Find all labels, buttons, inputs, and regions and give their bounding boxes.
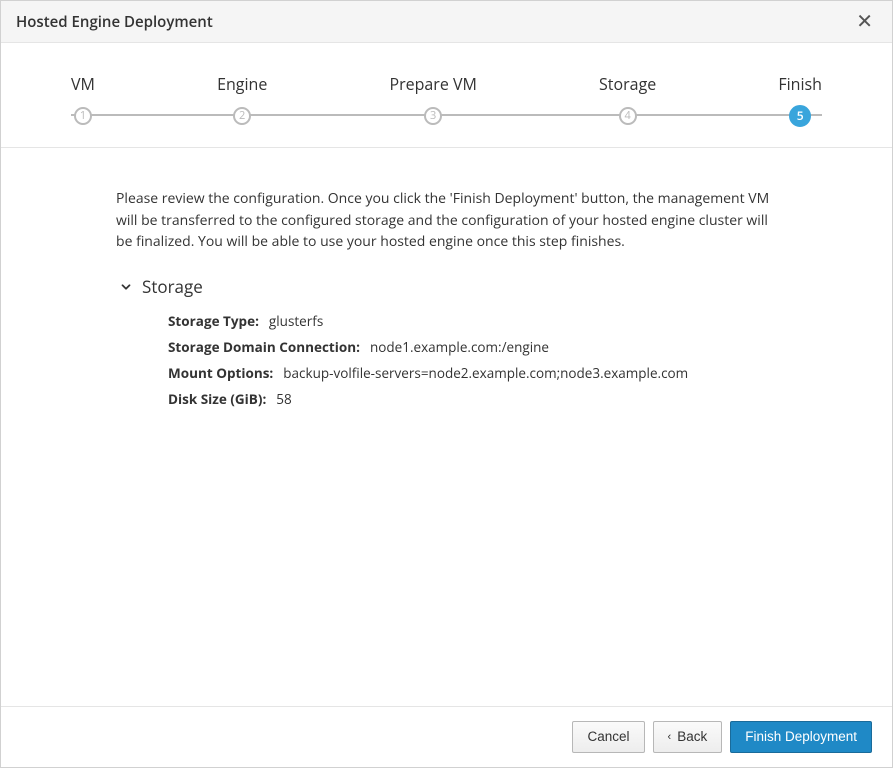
wizard-step-finish[interactable]: Finish 5: [778, 73, 822, 127]
wizard-step-node: 5: [789, 105, 811, 127]
modal-header: Hosted Engine Deployment ✕: [1, 1, 892, 43]
config-label: Storage Type:: [168, 312, 259, 330]
config-row: Storage Domain Connection: node1.example.…: [168, 338, 777, 356]
finish-button-label: Finish Deployment: [745, 727, 857, 747]
finish-deployment-button[interactable]: Finish Deployment: [730, 721, 872, 753]
cancel-button-label: Cancel: [587, 727, 629, 747]
chevron-left-icon: ‹: [668, 729, 672, 746]
config-value: node1.example.com:/engine: [370, 338, 549, 356]
config-label: Disk Size (GiB):: [168, 390, 266, 408]
cancel-button[interactable]: Cancel: [572, 721, 644, 753]
config-label: Mount Options:: [168, 364, 273, 382]
storage-details: Storage Type: glusterfs Storage Domain Con…: [168, 312, 777, 408]
wizard-step-label: Storage: [599, 73, 656, 95]
wizard-step-node: 2: [233, 107, 251, 125]
config-value: 58: [276, 390, 291, 408]
wizard-steps: VM 1 Engine 2 Prepare VM 3 Storage 4 Finish 5: [1, 43, 892, 148]
config-value: glusterfs: [269, 312, 323, 330]
modal-footer: Cancel ‹ Back Finish Deployment: [1, 706, 892, 767]
wizard-step-node: 3: [424, 107, 442, 125]
chevron-down-icon: [116, 280, 136, 294]
config-row: Disk Size (GiB): 58: [168, 390, 777, 408]
wizard-step-label: VM: [71, 73, 95, 95]
wizard-step-node: 1: [74, 107, 92, 125]
back-button[interactable]: ‹ Back: [653, 721, 723, 753]
modal-body: Please review the configuration. Once yo…: [1, 148, 892, 706]
close-icon: ✕: [856, 11, 873, 33]
wizard-step-vm[interactable]: VM 1: [71, 73, 95, 125]
wizard-step-prepare-vm[interactable]: Prepare VM 3: [389, 73, 476, 125]
wizard-step-storage[interactable]: Storage 4: [599, 73, 656, 125]
config-label: Storage Domain Connection:: [168, 338, 360, 356]
modal-title: Hosted Engine Deployment: [16, 12, 213, 32]
wizard-step-label: Engine: [217, 73, 267, 95]
wizard-step-label: Prepare VM: [389, 73, 476, 95]
close-button[interactable]: ✕: [852, 12, 877, 32]
config-row: Mount Options: backup-volfile-servers=nod…: [168, 364, 777, 382]
storage-section-toggle[interactable]: Storage: [116, 275, 777, 298]
steps-container: VM 1 Engine 2 Prepare VM 3 Storage 4 Finish 5: [71, 73, 822, 127]
wizard-step-node: 4: [619, 107, 637, 125]
storage-section-title: Storage: [142, 275, 203, 298]
wizard-step-engine[interactable]: Engine 2: [217, 73, 267, 125]
config-value: backup-volfile-servers=node2.example.com…: [283, 364, 688, 382]
config-row: Storage Type: glusterfs: [168, 312, 777, 330]
hosted-engine-deployment-modal: Hosted Engine Deployment ✕ VM 1 Engine 2 Pre…: [0, 0, 893, 768]
wizard-step-label: Finish: [778, 73, 822, 95]
back-button-label: Back: [677, 727, 707, 747]
review-intro-text: Please review the configuration. Once yo…: [116, 188, 777, 253]
